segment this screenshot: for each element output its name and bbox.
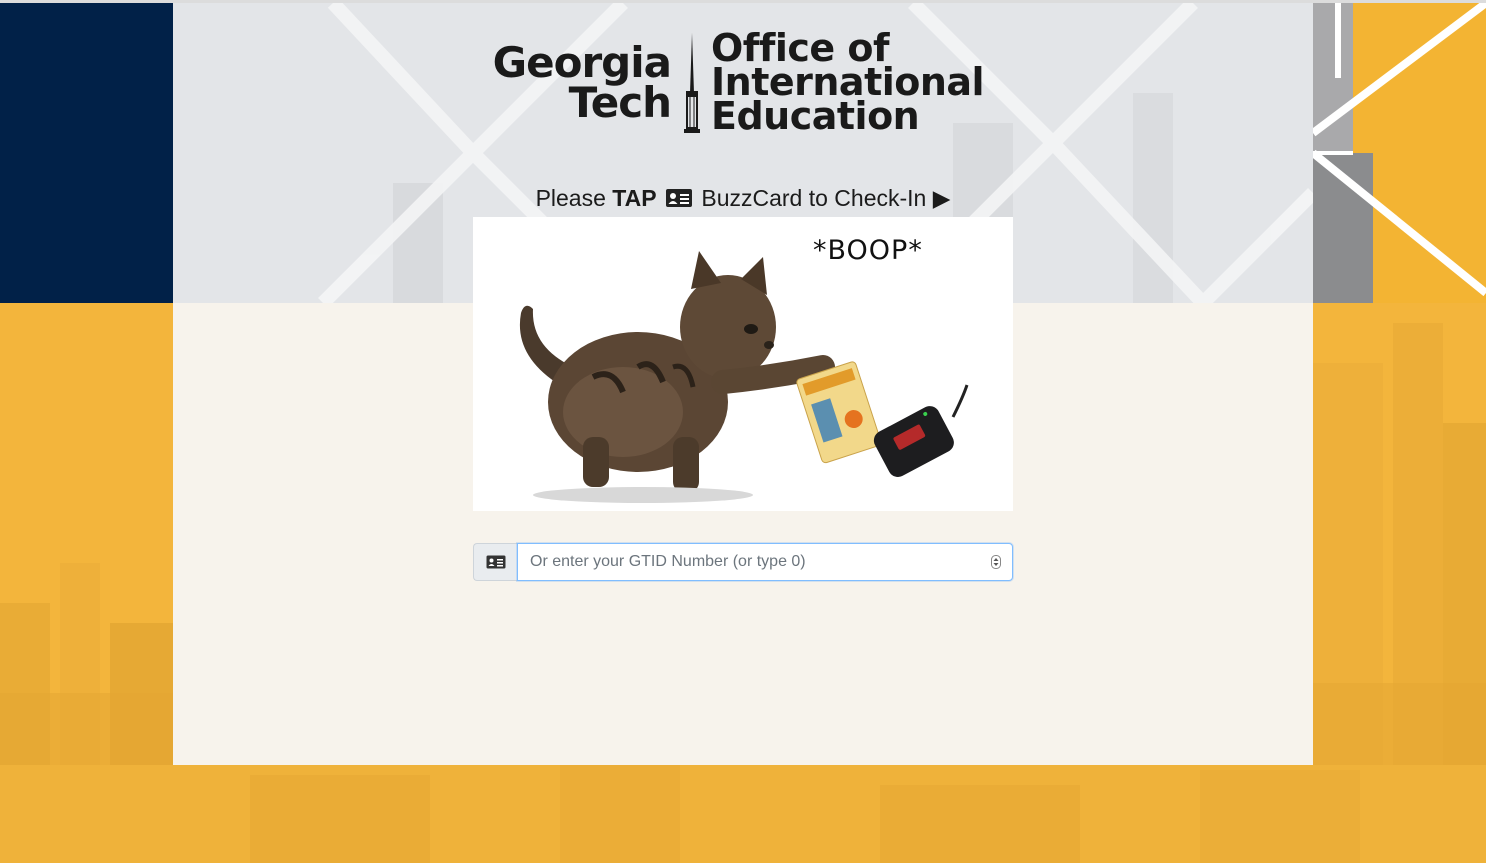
tech-tower-icon [684,33,700,133]
gt-oie-logo: Georgia Tech Office of International Edu… [473,29,1013,137]
id-card-icon [486,555,505,569]
kitten-illustration [519,251,969,503]
gtid-number-input[interactable] [517,543,1013,581]
id-card-icon [665,189,692,207]
logo-office-intl-education: Office of International Education [711,26,985,138]
gtid-input-group [473,543,1013,581]
background-gold-block [1313,3,1486,303]
background-navy-block [0,3,173,303]
play-arrow-icon: ▶ [932,185,951,211]
tap-emphasis: TAP [612,185,657,211]
boop-caption: *BOOP* [813,235,923,266]
number-spinner-icon[interactable] [991,555,1001,569]
check-in-card: Georgia Tech Office of International Edu… [173,3,1313,765]
gtid-addon [473,543,517,581]
logo-georgia-tech: Georgia Tech [492,38,672,127]
kitten-tapping-card-image: *BOOP* [473,217,1013,511]
tap-buzzcard-prompt: Please TAP BuzzCard to Check-In ▶ [535,185,951,211]
background-bottom-band [0,765,1486,863]
